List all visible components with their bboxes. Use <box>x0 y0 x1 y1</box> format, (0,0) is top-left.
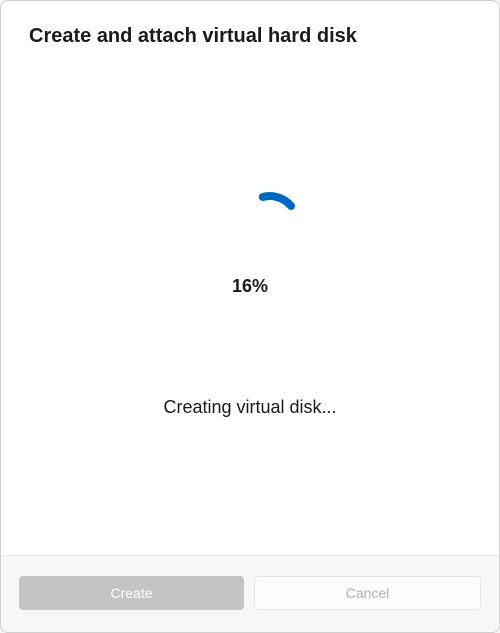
progress-spinner <box>234 188 306 260</box>
spinner-icon <box>226 180 314 268</box>
dialog-header: Create and attach virtual hard disk <box>1 1 499 48</box>
progress-status: Creating virtual disk... <box>163 397 336 418</box>
dialog-content: 16% Creating virtual disk... <box>1 48 499 555</box>
create-button[interactable]: Create <box>19 576 244 610</box>
dialog-title: Create and attach virtual hard disk <box>29 25 471 48</box>
progress-percent: 16% <box>232 276 268 297</box>
dialog-footer: Create Cancel <box>1 555 499 632</box>
create-vhd-dialog: Create and attach virtual hard disk 16% … <box>0 0 500 633</box>
cancel-button[interactable]: Cancel <box>254 576 481 610</box>
